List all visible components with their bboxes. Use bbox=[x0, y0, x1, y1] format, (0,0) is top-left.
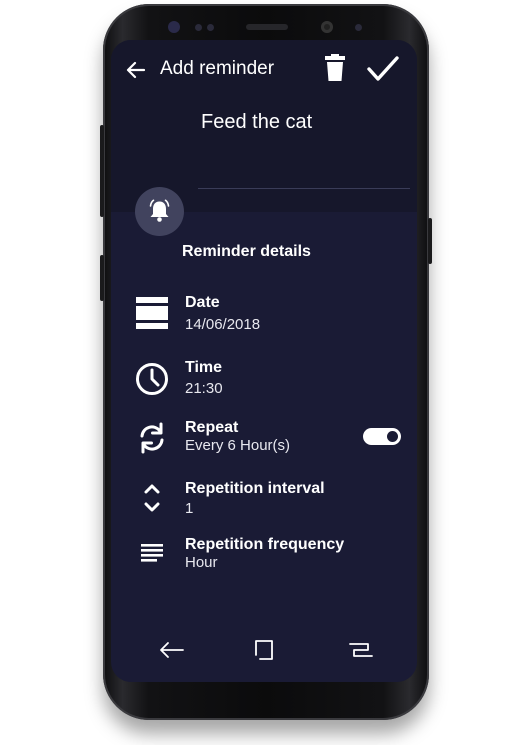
repeat-value: Every 6 Hour(s) bbox=[185, 437, 291, 454]
proximity-sensor bbox=[207, 24, 214, 31]
bixby-button bbox=[100, 255, 104, 301]
clock-icon bbox=[136, 363, 168, 395]
frequency-row[interactable]: Repetition frequency Hour bbox=[132, 534, 410, 578]
frequency-label: Repetition frequency bbox=[185, 536, 345, 553]
volume-button bbox=[100, 125, 104, 217]
reminder-name-input[interactable]: Feed the cat bbox=[201, 111, 312, 134]
date-label: Date bbox=[185, 294, 220, 311]
arrow-left-icon bbox=[126, 61, 146, 79]
back-button[interactable] bbox=[124, 58, 148, 82]
repeat-icon bbox=[140, 422, 164, 454]
date-value: 14/06/2018 bbox=[185, 316, 261, 333]
light-sensor bbox=[355, 24, 362, 31]
nav-back-button[interactable] bbox=[158, 638, 186, 662]
date-row[interactable]: Date 14/06/2018 bbox=[132, 292, 410, 336]
time-value: 21:30 bbox=[185, 380, 223, 397]
interval-value: 1 bbox=[185, 500, 194, 517]
up-down-chevron-icon bbox=[144, 484, 160, 512]
selfie-camera bbox=[321, 21, 333, 33]
nav-back-icon bbox=[160, 642, 184, 658]
time-row[interactable]: Time 21:30 bbox=[132, 357, 410, 401]
confirm-button[interactable] bbox=[366, 55, 400, 83]
repeat-label: Repeat bbox=[185, 419, 239, 436]
section-title: Reminder details bbox=[182, 243, 311, 260]
toggle-knob bbox=[387, 431, 398, 442]
calendar-icon bbox=[136, 297, 168, 329]
nav-home-icon bbox=[255, 640, 273, 660]
time-label: Time bbox=[185, 359, 223, 376]
phone-mockup: Add reminder Feed the cat Reminder detai… bbox=[0, 0, 532, 745]
nav-recents-icon bbox=[349, 643, 373, 657]
bell-button[interactable] bbox=[135, 187, 184, 236]
frequency-value: Hour bbox=[185, 554, 218, 571]
nav-home-button[interactable] bbox=[252, 637, 278, 663]
trash-icon bbox=[325, 54, 345, 81]
interval-row[interactable]: Repetition interval 1 bbox=[132, 478, 410, 522]
earpiece-speaker bbox=[246, 24, 288, 30]
delete-button[interactable] bbox=[322, 54, 348, 82]
interval-label: Repetition interval bbox=[185, 480, 325, 497]
name-underline bbox=[198, 188, 410, 189]
power-button bbox=[428, 218, 432, 264]
page-title: Add reminder bbox=[160, 58, 275, 79]
front-camera bbox=[168, 21, 180, 33]
iris-sensor bbox=[195, 24, 202, 31]
repeat-toggle[interactable] bbox=[363, 428, 401, 445]
bell-icon bbox=[149, 199, 170, 222]
nav-recents-button[interactable] bbox=[346, 637, 374, 663]
list-lines-icon bbox=[141, 544, 163, 562]
checkmark-icon bbox=[367, 56, 399, 81]
